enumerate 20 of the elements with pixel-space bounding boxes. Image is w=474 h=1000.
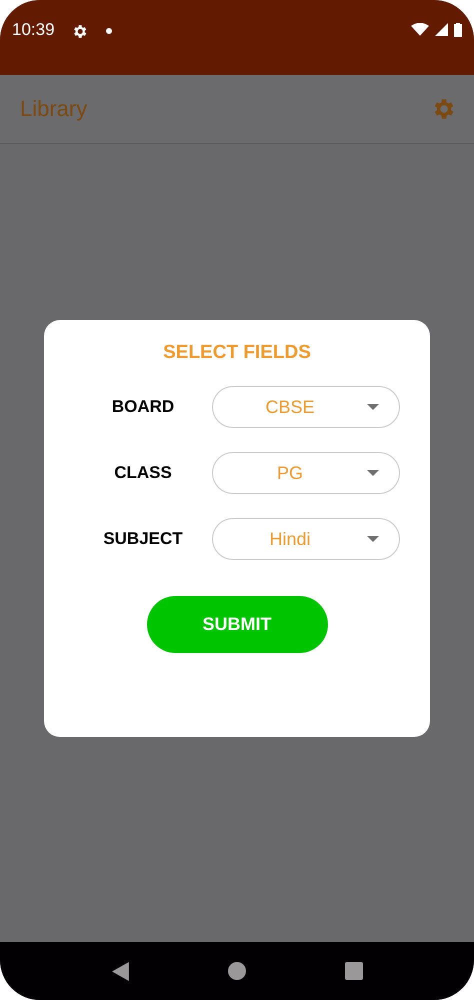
caret-icon [367,470,379,476]
recents-icon[interactable] [344,962,362,980]
status-time: 10:39 [12,20,55,40]
app-title: Library [20,96,88,122]
back-icon[interactable] [112,962,128,980]
caret-icon [367,536,379,542]
field-label: CLASS [113,463,173,483]
home-icon[interactable] [228,962,246,980]
signal-icon [435,23,448,36]
battery-icon [454,23,462,37]
dialog-title: SELECT FIELDS [163,342,311,364]
field-label: BOARD [110,397,176,417]
notification-dot-icon [106,28,112,34]
field-label: SUBJECT [102,529,184,549]
submit-button[interactable]: SUBMIT [146,596,328,653]
dropdown-field[interactable]: CBSE [212,386,400,428]
wifi-icon [411,23,429,36]
caret-icon [367,404,379,410]
dropdown-field[interactable]: PG [212,452,400,494]
dropdown-field[interactable]: Hindi [212,518,400,560]
